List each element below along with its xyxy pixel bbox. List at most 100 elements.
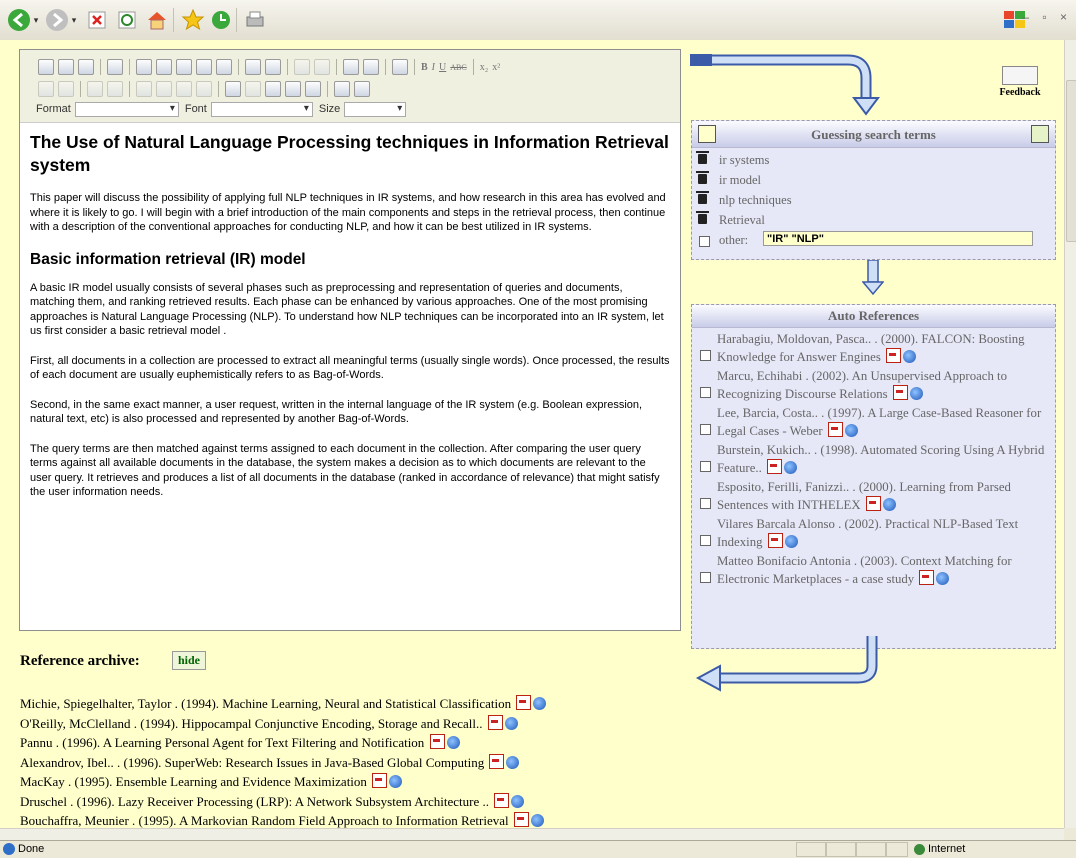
vertical-scrollbar[interactable]	[1064, 40, 1076, 828]
trash-icon[interactable]	[696, 191, 709, 204]
web-link-icon[interactable]	[530, 814, 544, 827]
superscript-icon[interactable]: x²	[492, 62, 500, 73]
smiley-icon[interactable]	[265, 81, 281, 97]
hide-archive-button[interactable]: hide	[172, 651, 207, 670]
reference-checkbox[interactable]	[700, 424, 711, 435]
forward-button[interactable]	[44, 7, 70, 33]
web-link-icon[interactable]	[784, 534, 798, 548]
refresh-button[interactable]	[114, 7, 140, 33]
print-button[interactable]	[242, 7, 268, 33]
pdf-icon[interactable]	[372, 773, 388, 788]
spellcheck-icon[interactable]	[265, 59, 281, 75]
subscript-icon[interactable]: x₂	[480, 62, 489, 73]
redo-icon[interactable]	[314, 59, 330, 75]
italic-icon[interactable]: I	[432, 62, 435, 73]
other-terms-input[interactable]: "IR" "NLP"	[763, 231, 1033, 246]
size-select[interactable]	[344, 101, 407, 117]
reference-checkbox[interactable]	[700, 498, 711, 509]
web-link-icon[interactable]	[783, 460, 797, 474]
window-controls[interactable]: – ▫ ×	[1022, 10, 1072, 24]
web-link-icon[interactable]	[936, 571, 950, 585]
reference-checkbox[interactable]	[700, 461, 711, 472]
favorites-button[interactable]	[180, 7, 206, 33]
editor-toolbar-row-2	[36, 78, 372, 100]
undo-icon[interactable]	[294, 59, 310, 75]
web-link-icon[interactable]	[446, 736, 460, 749]
unordered-list-icon[interactable]	[58, 81, 74, 97]
search-go-icon[interactable]	[1031, 125, 1049, 143]
web-link-icon[interactable]	[506, 755, 520, 769]
paste-word-icon[interactable]	[216, 59, 232, 75]
ordered-list-icon[interactable]	[38, 81, 54, 97]
pdf-icon[interactable]	[827, 421, 843, 437]
pdf-icon[interactable]	[487, 714, 503, 730]
web-link-icon[interactable]	[882, 497, 896, 511]
format-label: Format	[36, 103, 71, 115]
web-link-icon[interactable]	[844, 423, 858, 437]
cut-icon[interactable]	[136, 59, 152, 75]
other-checkbox[interactable]	[699, 236, 710, 247]
horizontal-rule-icon[interactable]	[245, 81, 261, 97]
underline-icon[interactable]: U	[439, 62, 446, 73]
preview-icon[interactable]	[78, 59, 94, 75]
paste-icon[interactable]	[176, 59, 192, 75]
select-all-icon[interactable]	[392, 59, 408, 75]
pdf-icon[interactable]	[892, 384, 908, 400]
pdf-icon[interactable]	[919, 569, 935, 585]
bold-icon[interactable]: B	[421, 62, 428, 73]
reference-checkbox[interactable]	[700, 572, 711, 583]
web-link-icon[interactable]	[504, 716, 518, 730]
stop-button[interactable]	[84, 7, 110, 33]
pdf-icon[interactable]	[513, 812, 529, 827]
reference-checkbox[interactable]	[700, 535, 711, 546]
text-color-icon[interactable]	[334, 81, 350, 97]
replace-icon[interactable]	[363, 59, 379, 75]
background-color-icon[interactable]	[354, 81, 370, 97]
pdf-icon[interactable]	[865, 495, 881, 511]
paste-text-icon[interactable]	[196, 59, 212, 75]
page-break-icon[interactable]	[305, 81, 321, 97]
special-char-icon[interactable]	[285, 81, 301, 97]
feedback-button[interactable]: Feedback	[988, 62, 1052, 102]
templates-icon[interactable]	[107, 59, 123, 75]
justify-icon[interactable]	[196, 81, 212, 97]
web-link-icon[interactable]	[389, 775, 403, 788]
find-icon[interactable]	[343, 59, 359, 75]
copy-icon[interactable]	[156, 59, 172, 75]
pdf-icon[interactable]	[516, 695, 532, 710]
pdf-icon[interactable]	[429, 734, 445, 749]
pdf-icon[interactable]	[494, 792, 510, 808]
trash-icon[interactable]	[696, 151, 709, 164]
pdf-icon[interactable]	[489, 753, 505, 769]
back-button[interactable]	[6, 7, 32, 33]
reference-checkbox[interactable]	[700, 350, 711, 361]
trash-icon[interactable]	[696, 211, 709, 224]
print-icon[interactable]	[245, 59, 261, 75]
pdf-icon[interactable]	[766, 458, 782, 474]
indent-icon[interactable]	[107, 81, 123, 97]
table-icon[interactable]	[225, 81, 241, 97]
align-left-icon[interactable]	[136, 81, 152, 97]
outdent-icon[interactable]	[87, 81, 103, 97]
web-link-icon[interactable]	[533, 697, 547, 710]
strikethrough-icon[interactable]: ABC	[450, 63, 466, 72]
pdf-icon[interactable]	[886, 347, 902, 363]
align-right-icon[interactable]	[176, 81, 192, 97]
trash-icon[interactable]	[696, 171, 709, 184]
reference-checkbox[interactable]	[700, 387, 711, 398]
history-button[interactable]	[208, 7, 234, 33]
editor-content[interactable]: The Use of Natural Language Processing t…	[20, 123, 680, 521]
save-icon[interactable]	[38, 59, 54, 75]
web-link-icon[interactable]	[511, 794, 525, 808]
vertical-scroll-thumb[interactable]	[1066, 80, 1076, 242]
web-link-icon[interactable]	[903, 349, 917, 363]
new-page-icon[interactable]	[58, 59, 74, 75]
font-select[interactable]	[210, 101, 313, 117]
format-select[interactable]	[74, 101, 179, 117]
pdf-icon[interactable]	[767, 532, 783, 548]
home-button[interactable]	[144, 7, 170, 33]
align-center-icon[interactable]	[156, 81, 172, 97]
web-link-icon[interactable]	[909, 386, 923, 400]
forward-dropdown[interactable]: ▾	[68, 7, 80, 33]
back-dropdown[interactable]: ▾	[30, 7, 42, 33]
